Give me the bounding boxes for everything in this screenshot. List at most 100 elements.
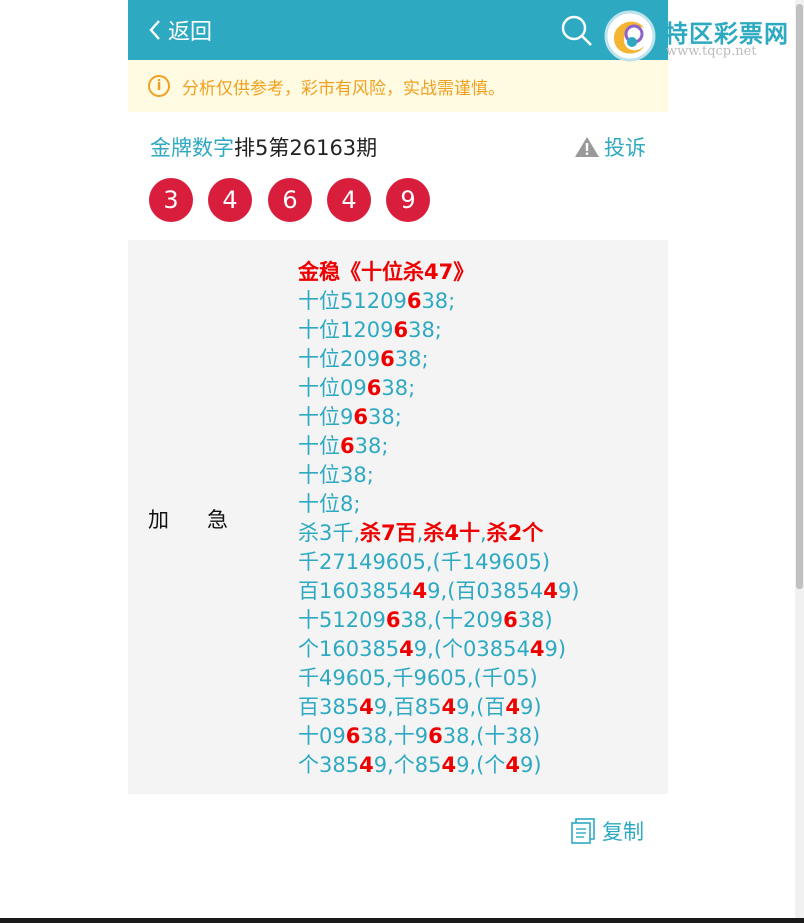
highlight-text: 6 [503,608,518,632]
site-logo-icon [604,10,656,62]
highlight-text: 4 [359,753,374,777]
line-text: 千27149605,(千149605) [298,550,551,574]
highlight-text: 6 [380,347,395,371]
highlight-text: 4 [412,579,428,603]
line-text: 9,(百03854 [427,579,544,603]
highlight-text: 4 [441,695,457,719]
back-label: 返回 [168,20,213,45]
site-watermark: 特区彩票网 www.tqcp.net [602,8,802,64]
highlight-text: 4 [529,637,545,661]
copy-icon [571,818,595,844]
line-text: 38) [517,608,553,632]
scrollbar[interactable] [795,0,804,923]
analysis-lines: 金稳《十位杀47》 十位51209638; 十位1209638; 十位209638; 十… [298,258,579,780]
info-icon: i [148,75,170,97]
analysis-line: 金稳《十位杀47》 [298,258,579,287]
highlight-text: 4 [543,579,558,603]
highlight-text: 杀7百 [360,521,417,545]
risk-notice: i 分析仅供参考，彩市有风险，实战需谨慎。 [128,60,668,112]
analysis-line: 十位1209638; [298,316,579,345]
analysis-line: 十位09638; [298,374,579,403]
search-icon [561,15,592,46]
highlight-text: 4 [359,695,374,719]
line-text: 百385 [298,695,360,719]
line-text: 十位1209 [298,318,394,342]
number-ball: 4 [327,178,371,222]
number-ball: 9 [386,178,430,222]
line-text: 十位51209 [298,289,407,313]
author-link[interactable]: 金牌数字 [150,136,234,160]
analysis-line: 十位9638; [298,403,579,432]
analysis-line: 个16038549,(个0385449) [298,635,579,664]
line-text: 9) [544,637,567,661]
line-text: 百1603854 [298,579,413,603]
number-ball: 6 [268,178,312,222]
line-text: 9,(个03854 [413,637,530,661]
warning-icon [575,137,599,157]
analysis-line: 十51209638,(十209638) [298,606,579,635]
highlight-text: 金稳《十位杀47》 [298,260,475,284]
line-text: , [479,521,487,545]
analysis-line: 千49605,千9605,(千05) [298,664,579,693]
highlight-text: 6 [393,318,409,342]
draw-balls: 3 4 6 4 9 [128,178,668,240]
highlight-text: 6 [340,434,355,458]
line-text: 十位209 [298,347,381,371]
post-title: 金牌数字排5第26163期 [150,132,377,162]
number-ball: 3 [149,178,193,222]
report-label: 投诉 [604,136,646,160]
line-text: 十51209 [298,608,386,632]
analysis-line: 十位8; [298,490,579,519]
line-text: 9) [557,579,580,603]
chevron-left-icon [149,20,160,40]
line-text: 38,(十209 [400,608,504,632]
line-text: 杀3千, [298,521,361,545]
urgent-tag: 加急 [148,508,266,532]
line-text: 38,十9 [360,724,429,748]
copy-label: 复制 [602,820,644,844]
analysis-line: 百160385449,(百0385449) [298,577,579,606]
line-text: 9,(个 [456,753,506,777]
report-button[interactable]: 投诉 [574,132,646,162]
back-button[interactable]: 返回 [148,14,212,46]
line-text: 38; [421,289,456,313]
line-text: 9,百85 [373,695,442,719]
line-text: 十位38; [298,463,374,487]
line-text: 十位 [298,434,340,458]
highlight-text: 6 [366,376,382,400]
highlight-text: 6 [385,608,401,632]
analysis-content: 加急 金稳《十位杀47》 十位51209638; 十位1209638; 十位20963… [128,240,668,794]
highlight-text: 杀4十 [423,521,480,545]
highlight-text: 6 [428,724,443,748]
highlight-text: 6 [345,724,361,748]
line-text: 38; [368,405,402,429]
line-text: 38; [408,318,442,342]
line-text: 十位9 [298,405,354,429]
highlight-text: 4 [441,753,457,777]
highlight-text: 4 [399,637,414,661]
analysis-line: 十位638; [298,432,579,461]
line-text: 个385 [298,753,360,777]
copy-button[interactable]: 复制 [570,816,644,846]
search-button[interactable] [560,14,594,52]
watermark-url: www.tqcp.net [666,44,757,59]
analysis-line: 个38549,个8549,(个49) [298,751,579,780]
highlight-text: 4 [505,695,520,719]
line-text: 38; [394,347,429,371]
analysis-line: 杀3千,杀7百,杀4十,杀2个 [298,519,579,548]
scrollbar-thumb[interactable] [796,4,803,589]
line-text: 9,个85 [373,753,442,777]
notice-text: 分析仅供参考，彩市有风险，实战需谨慎。 [182,78,505,99]
line-text: 9) [519,695,542,719]
analysis-line: 百38549,百8549,(百49) [298,693,579,722]
analysis-line: 十09638,十9638,(十38) [298,722,579,751]
highlight-text: 杀2个 [486,521,544,545]
analysis-line: 千27149605,(千149605) [298,548,579,577]
analysis-line: 十位51209638; [298,287,579,316]
line-text: 十位09 [298,376,367,400]
analysis-line: 十位38; [298,461,579,490]
issue-text: 排5第26163期 [234,136,378,160]
line-text: 千49605,千9605,(千05) [298,666,538,690]
page: 返回 i 分析仅供参考，彩市有风险，实战需谨慎。 金牌数字排5第26163期 投… [128,0,668,794]
line-text: 38; [381,376,416,400]
